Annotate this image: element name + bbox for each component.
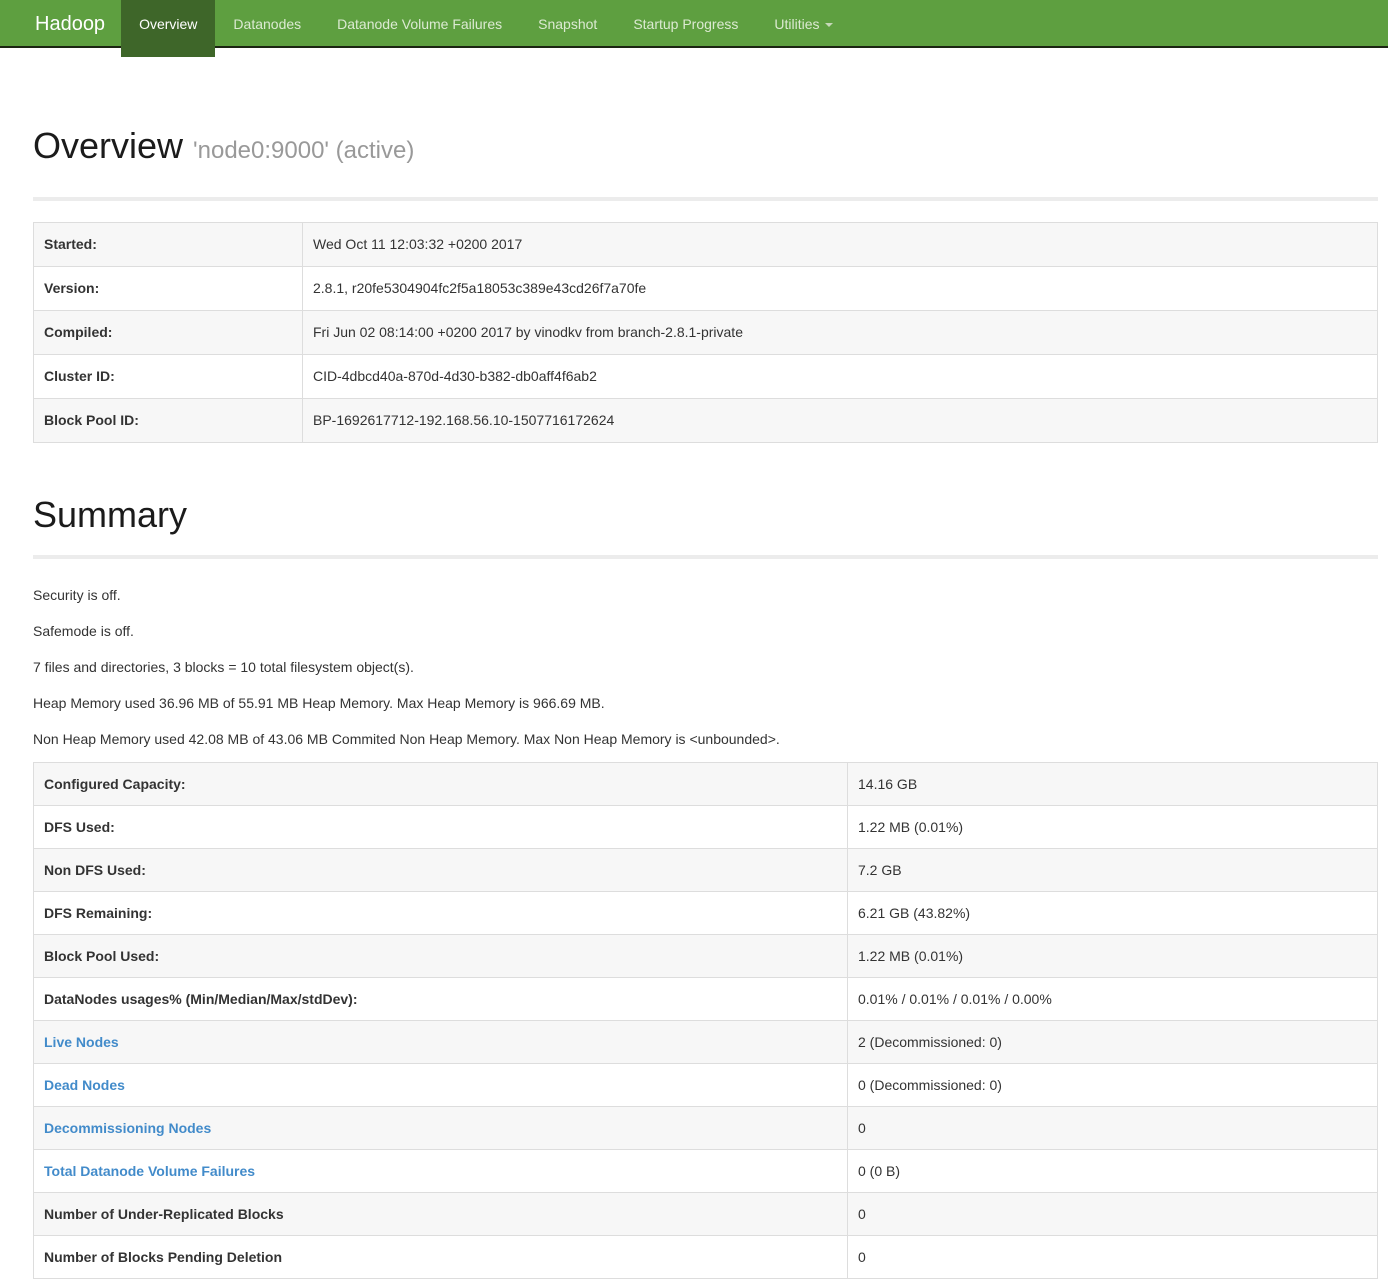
row-label: Version: (34, 267, 303, 311)
summary-row-total-datanode-volume-failures: Total Datanode Volume Failures 0 (0 B) (34, 1150, 1378, 1193)
decommissioning-nodes-link[interactable]: Decommissioning Nodes (44, 1120, 211, 1136)
nav-item-utilities[interactable]: Utilities (756, 0, 850, 57)
row-value: CID-4dbcd40a-870d-4d30-b382-db0aff4f6ab2 (303, 355, 1378, 399)
summary-row-number-of-under-replicated-blocks: Number of Under-Replicated Blocks0 (34, 1193, 1378, 1236)
row-label: Started: (34, 223, 303, 267)
summary-row-dfs-remaining: DFS Remaining:6.21 GB (43.82%) (34, 892, 1378, 935)
summary-header: Summary (33, 495, 1378, 559)
summary-row-number-of-blocks-pending-deletion: Number of Blocks Pending Deletion0 (34, 1236, 1378, 1279)
row-value: 14.16 GB (848, 763, 1378, 806)
row-value: 7.2 GB (848, 849, 1378, 892)
row-label: DataNodes usages% (Min/Median/Max/stdDev… (34, 978, 848, 1021)
page-subtitle: 'node0:9000' (active) (193, 137, 414, 164)
nav-item-overview[interactable]: Overview (121, 0, 215, 57)
summary-row-datanodes-usages-min-median-max-stddev: DataNodes usages% (Min/Median/Max/stdDev… (34, 978, 1378, 1021)
summary-paragraph: Safemode is off. (33, 623, 1378, 640)
summary-row-block-pool-used: Block Pool Used:1.22 MB (0.01%) (34, 935, 1378, 978)
summary-paragraphs: Security is off. Safemode is off. 7 files … (33, 587, 1378, 748)
row-value: 2.8.1, r20fe5304904fc2f5a18053c389e43cd2… (303, 267, 1378, 311)
nav-item-datanodes[interactable]: Datanodes (215, 0, 319, 57)
navbar: Hadoop OverviewDatanodesDatanode Volume … (0, 0, 1388, 48)
summary-paragraph: Non Heap Memory used 42.08 MB of 43.06 M… (33, 731, 1378, 748)
total-datanode-volume-failures-link[interactable]: Total Datanode Volume Failures (44, 1163, 255, 1179)
row-value: 0 (Decommissioned: 0) (848, 1064, 1378, 1107)
row-value: 6.21 GB (43.82%) (848, 892, 1378, 935)
dead-nodes-link[interactable]: Dead Nodes (44, 1077, 125, 1093)
summary-row-dead-nodes: Dead Nodes 0 (Decommissioned: 0) (34, 1064, 1378, 1107)
row-label: Configured Capacity: (34, 763, 848, 806)
nav-item-snapshot[interactable]: Snapshot (520, 0, 615, 57)
navbar-menu: OverviewDatanodesDatanode Volume Failure… (121, 0, 850, 57)
row-value: Wed Oct 11 12:03:32 +0200 2017 (303, 223, 1378, 267)
row-label: DFS Remaining: (34, 892, 848, 935)
summary-paragraph: 7 files and directories, 3 blocks = 10 t… (33, 659, 1378, 676)
page-title: Overview 'node0:9000' (active) (33, 126, 1378, 171)
row-label: Non DFS Used: (34, 849, 848, 892)
overview-header: Overview 'node0:9000' (active) (33, 126, 1378, 201)
summary-title: Summary (33, 495, 1378, 535)
summary-row-configured-capacity: Configured Capacity:14.16 GB (34, 763, 1378, 806)
row-label: Block Pool ID: (34, 399, 303, 443)
live-nodes-link[interactable]: Live Nodes (44, 1034, 119, 1050)
nav-item-startup-progress[interactable]: Startup Progress (615, 0, 756, 57)
row-label: Compiled: (34, 311, 303, 355)
summary-row-live-nodes: Live Nodes 2 (Decommissioned: 0) (34, 1021, 1378, 1064)
row-value: Fri Jun 02 08:14:00 +0200 2017 by vinodk… (303, 311, 1378, 355)
row-value: 0 (848, 1107, 1378, 1150)
row-value: 1.22 MB (0.01%) (848, 806, 1378, 849)
row-label: Number of Blocks Pending Deletion (34, 1236, 848, 1279)
overview-row-block-pool-id: Block Pool ID:BP-1692617712-192.168.56.1… (34, 399, 1378, 443)
page-title-text: Overview (33, 125, 183, 166)
overview-row-cluster-id: Cluster ID:CID-4dbcd40a-870d-4d30-b382-d… (34, 355, 1378, 399)
summary-row-dfs-used: DFS Used:1.22 MB (0.01%) (34, 806, 1378, 849)
summary-row-decommissioning-nodes: Decommissioning Nodes 0 (34, 1107, 1378, 1150)
summary-row-non-dfs-used: Non DFS Used:7.2 GB (34, 849, 1378, 892)
brand-hadoop[interactable]: Hadoop (0, 0, 121, 48)
summary-paragraph: Security is off. (33, 587, 1378, 604)
row-label: Block Pool Used: (34, 935, 848, 978)
row-label: Live Nodes (34, 1021, 848, 1064)
row-value: BP-1692617712-192.168.56.10-150771617262… (303, 399, 1378, 443)
main-content: Overview 'node0:9000' (active) Started:W… (33, 126, 1378, 1279)
summary-table: Configured Capacity:14.16 GBDFS Used:1.2… (33, 762, 1378, 1279)
row-label: Number of Under-Replicated Blocks (34, 1193, 848, 1236)
row-value: 0.01% / 0.01% / 0.01% / 0.00% (848, 978, 1378, 1021)
row-value: 0 (0 B) (848, 1150, 1378, 1193)
row-value: 0 (848, 1193, 1378, 1236)
overview-row-compiled: Compiled:Fri Jun 02 08:14:00 +0200 2017 … (34, 311, 1378, 355)
overview-row-version: Version:2.8.1, r20fe5304904fc2f5a18053c3… (34, 267, 1378, 311)
caret-down-icon (825, 23, 833, 27)
summary-paragraph: Heap Memory used 36.96 MB of 55.91 MB He… (33, 695, 1378, 712)
row-label: Dead Nodes (34, 1064, 848, 1107)
nav-item-datanode-volume-failures[interactable]: Datanode Volume Failures (319, 0, 520, 57)
row-label: Total Datanode Volume Failures (34, 1150, 848, 1193)
row-label: DFS Used: (34, 806, 848, 849)
row-value: 1.22 MB (0.01%) (848, 935, 1378, 978)
row-label: Decommissioning Nodes (34, 1107, 848, 1150)
overview-row-started: Started:Wed Oct 11 12:03:32 +0200 2017 (34, 223, 1378, 267)
row-value: 2 (Decommissioned: 0) (848, 1021, 1378, 1064)
row-value: 0 (848, 1236, 1378, 1279)
row-label: Cluster ID: (34, 355, 303, 399)
overview-info-table: Started:Wed Oct 11 12:03:32 +0200 2017Ve… (33, 222, 1378, 443)
